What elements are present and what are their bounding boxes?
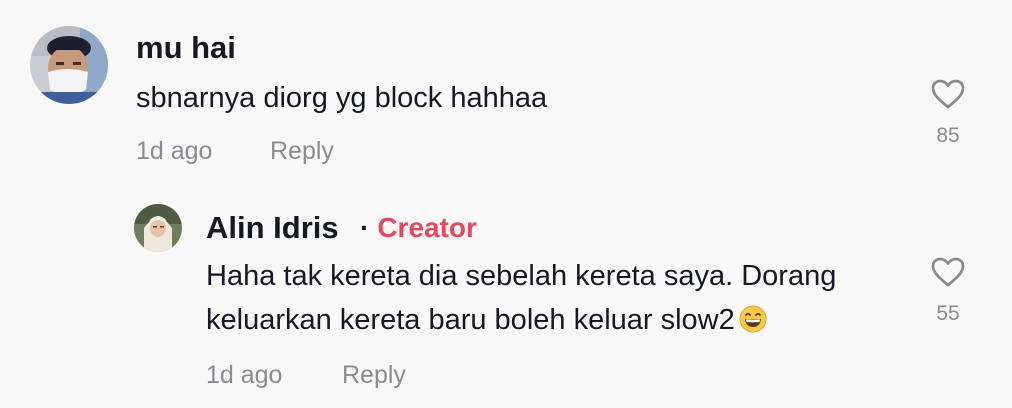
reply-text-line-1: Haha tak kereta dia sebelah kereta saya.…: [206, 260, 837, 292]
comment-text: sbnarnya diorg yg block hahhaa: [136, 82, 548, 114]
reply-like-count: 55: [936, 302, 960, 325]
comment-thread: mu hai sbnarnya diorg yg block hahhaa 1d…: [0, 0, 1012, 408]
creator-badge-group: · Creator: [360, 210, 477, 246]
comment-item: mu hai sbnarnya diorg yg block hahhaa 1d…: [0, 0, 1012, 190]
separator-dot: ·: [360, 212, 370, 243]
grinning-face-emoji-icon: [739, 305, 767, 333]
reply-button[interactable]: Reply: [270, 136, 334, 166]
reply-timestamp: 1d ago: [206, 361, 283, 389]
comment-timestamp: 1d ago: [136, 137, 213, 165]
reply-username[interactable]: Alin Idris: [206, 210, 339, 246]
heart-outline-icon: [931, 79, 965, 109]
reply-to-reply-button[interactable]: Reply: [342, 360, 406, 390]
like-button[interactable]: 85: [923, 78, 973, 148]
reply-item: Alin Idris · Creator Haha tak kereta dia …: [0, 190, 1012, 408]
avatar-photo-woman-hijab: [134, 204, 182, 252]
avatar-photo-masked-man: [30, 26, 108, 104]
heart-outline-icon: [931, 257, 965, 287]
creator-badge: Creator: [377, 212, 477, 243]
comment-username[interactable]: mu hai: [136, 30, 236, 66]
creator-avatar[interactable]: [134, 204, 182, 252]
reply-like-button[interactable]: 55: [923, 256, 973, 326]
reply-text-line-2-content: keluarkan kereta baru boleh keluar slow2: [206, 304, 735, 336]
reply-text-line-2: keluarkan kereta baru boleh keluar slow2: [206, 298, 767, 342]
like-count: 85: [936, 124, 960, 147]
user-avatar[interactable]: [30, 26, 108, 104]
